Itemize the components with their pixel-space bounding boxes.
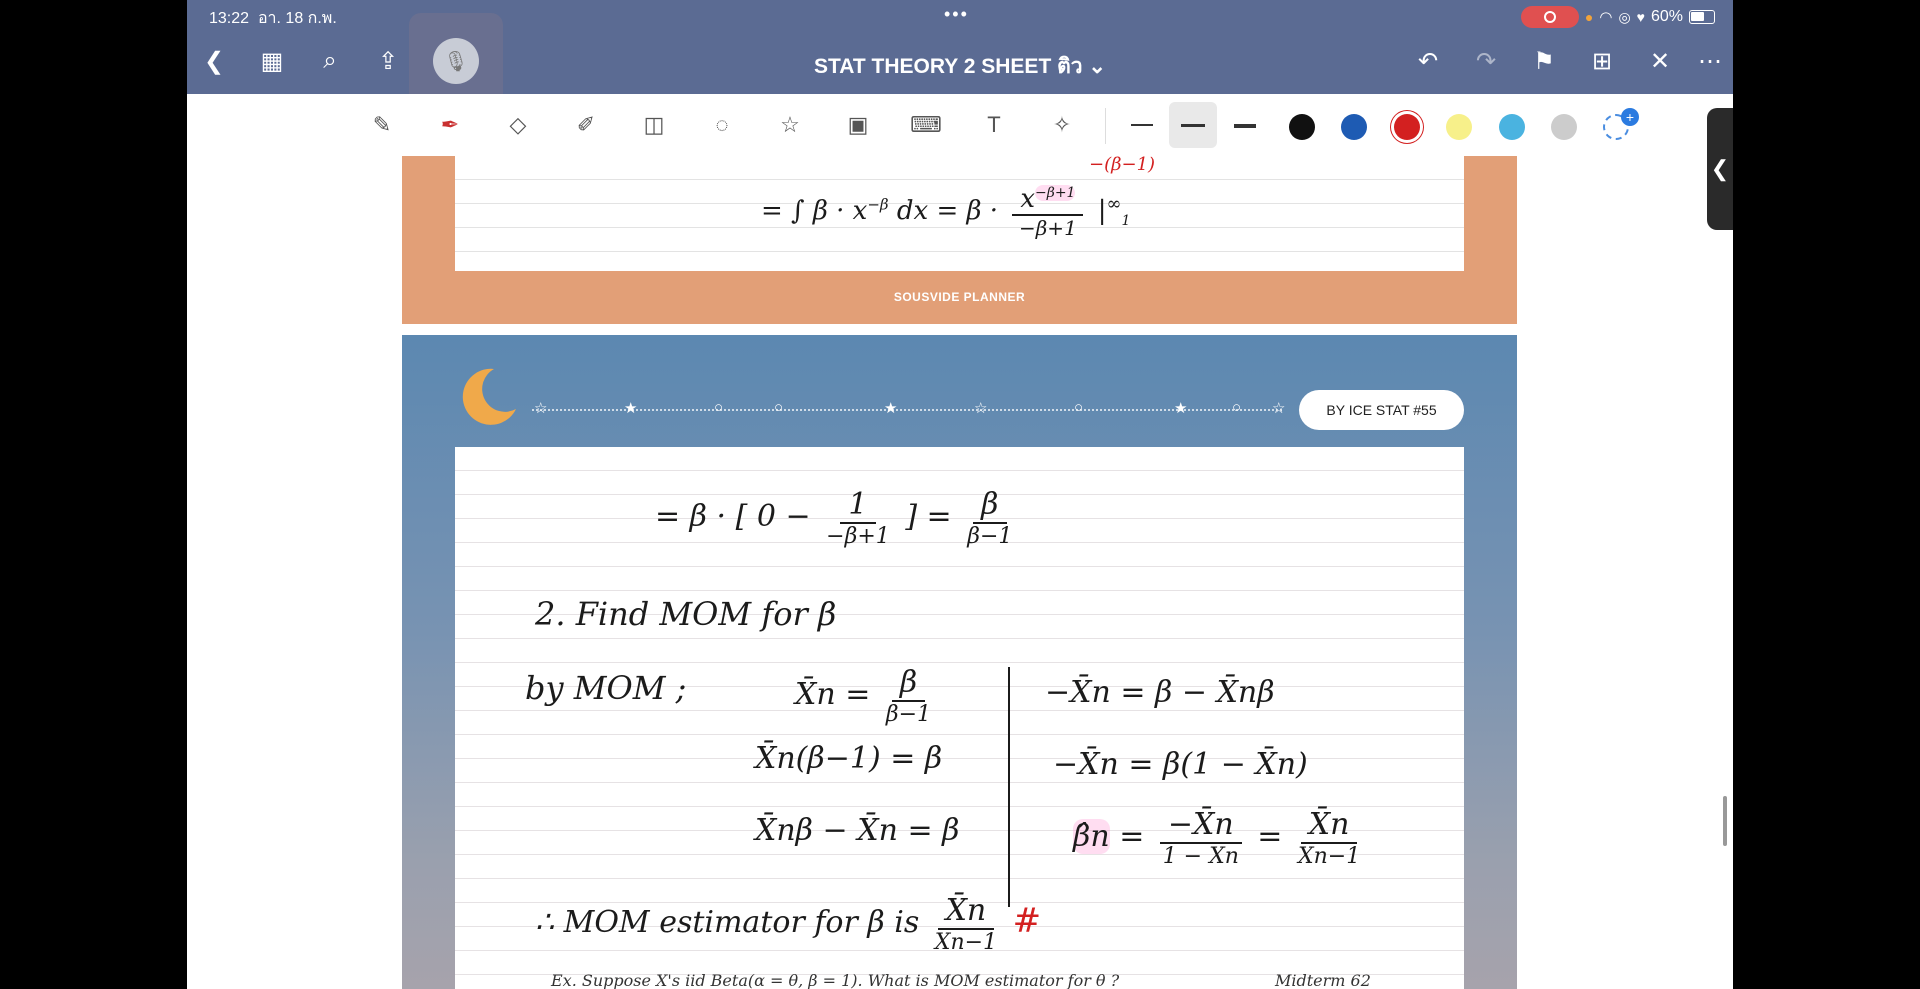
stroke-medium-option[interactable]	[1181, 124, 1205, 127]
top-bar: 13:22 อา. 18 ก.พ. ••• ● ◠ ◎ ♥ 60% 🎙 ❮ ▦ …	[187, 0, 1733, 109]
highlighter-icon[interactable]: ✐	[569, 108, 603, 142]
star-icon: ☆	[1272, 400, 1286, 417]
integral-tail: dx = β ·	[896, 196, 999, 226]
red-annotation: −(β−1)	[1089, 154, 1156, 175]
star-icon: ★	[624, 400, 638, 417]
add-color-plus-icon[interactable]: +	[1621, 108, 1639, 126]
circle-icon: ○	[714, 399, 724, 416]
image-icon[interactable]: ▣	[841, 108, 875, 142]
done-mark: #	[1012, 901, 1042, 941]
star-icon: ★	[884, 400, 898, 417]
page-ice-stat: ☆ ★ ○ ○ ★ ☆ ○ ★ ○ ☆ BY ICE STAT #55 = β …	[402, 335, 1517, 989]
screen-record-icon[interactable]	[1520, 6, 1579, 28]
conclusion-line: ∴ MOM estimator for β is X̄n X̄n−1 #	[535, 893, 1042, 955]
midterm-label: Midterm 62	[1275, 971, 1371, 989]
star-icon: ☆	[974, 400, 988, 417]
lined-paper: = β · [ 0 − 1 −β+1 ] = β β−1 2. Find MOM f…	[455, 447, 1464, 989]
right-equation-1: −X̄n = β − X̄nβ	[1045, 675, 1275, 710]
text-tool-icon[interactable]: T	[977, 108, 1011, 142]
document-canvas[interactable]: −(β−1) = ∫ β · x−β dx = β · x−β+1 −β+1 |…	[187, 154, 1733, 989]
laser-pointer-icon[interactable]: ✧	[1045, 108, 1079, 142]
stroke-thin-option[interactable]	[1131, 124, 1153, 126]
mom-equation-1: X̄n = β β−1	[795, 665, 932, 727]
circle-icon: ○	[1074, 399, 1084, 416]
page-sousvide: −(β−1) = ∫ β · x−β dx = β · x−β+1 −β+1 |…	[402, 154, 1517, 324]
author-badge: BY ICE STAT #55	[1299, 390, 1464, 430]
lock-rotation-icon: ◎	[1618, 8, 1631, 25]
integral-left: = ∫ β · x	[761, 196, 868, 226]
handwriting-zoom-icon[interactable]: ✎	[365, 108, 399, 142]
wifi-icon: ◠	[1599, 9, 1613, 26]
ipad-screen: 13:22 อา. 18 ก.พ. ••• ● ◠ ◎ ♥ 60% 🎙 ❮ ▦ …	[187, 0, 1733, 989]
color-blue-swatch[interactable]	[1341, 114, 1367, 140]
pen-tool-icon[interactable]: ✒	[433, 108, 467, 142]
toolbar-divider	[1105, 108, 1106, 144]
drawing-toolbar: ✎ ✒ ◇ ✐ ◫ ◌ ☆ ▣ ⌨ T ✧ +	[187, 94, 1733, 157]
integral-exponent: −β	[867, 195, 889, 214]
status-icons: ● ◠ ◎ ♥ 60%	[1520, 6, 1715, 28]
status-time: 13:22	[209, 10, 250, 27]
step-2-heading: 2. Find MOM for β	[535, 595, 837, 633]
mic-indicator-icon: ●	[1584, 9, 1594, 25]
side-panel-handle-icon[interactable]: ❮	[1707, 108, 1733, 230]
circle-icon: ○	[774, 399, 784, 416]
shapes-icon[interactable]: ◫	[637, 108, 671, 142]
color-red-swatch-selected[interactable]	[1394, 114, 1420, 140]
star-icon: ☆	[534, 400, 548, 417]
battery-percent: 60%	[1650, 8, 1683, 25]
divider-line	[1008, 667, 1010, 907]
document-title[interactable]: STAT THEORY 2 SHEET ติว ⌄	[187, 50, 1733, 83]
multitask-dots-icon[interactable]: •••	[944, 4, 969, 25]
color-black-swatch[interactable]	[1289, 114, 1315, 140]
by-mom-label: by MOM ;	[525, 669, 687, 707]
status-time-date: 13:22 อา. 18 ก.พ.	[209, 6, 337, 31]
right-equation-3: β̂n = −X̄n 1 − X̄n = X̄n X̄n−1	[1073, 807, 1361, 869]
color-lightblue-swatch[interactable]	[1499, 114, 1525, 140]
sticker-icon[interactable]: ☆	[773, 108, 807, 142]
planner-footer-label: SOUSVIDE PLANNER	[893, 290, 1026, 304]
next-example-text: Ex. Suppose X's iid Beta(α = θ, β = 1). …	[551, 971, 1120, 989]
integral-line: = ∫ β · x−β dx = β · x−β+1 −β+1 |∞1	[761, 184, 1131, 240]
lasso-icon[interactable]: ◌	[705, 108, 739, 142]
mom-equation-3: X̄nβ − X̄n = β	[755, 813, 960, 848]
circle-icon: ○	[1232, 399, 1242, 416]
battery-icon	[1689, 10, 1715, 24]
eraser-icon[interactable]: ◇	[501, 108, 535, 142]
moon-icon	[462, 368, 516, 425]
heart-icon: ♥	[1636, 9, 1645, 25]
stroke-thick-option[interactable]	[1234, 124, 1256, 128]
integral-fraction: x−β+1 −β+1	[1012, 184, 1084, 240]
color-yellow-swatch[interactable]	[1446, 114, 1472, 140]
star-icon: ★	[1174, 400, 1188, 417]
beta-hat: β̂n	[1073, 819, 1110, 854]
keyboard-icon[interactable]: ⌨	[909, 108, 943, 142]
star-divider	[532, 409, 1282, 413]
equation-result-line: = β · [ 0 − 1 −β+1 ] = β β−1	[655, 487, 1013, 549]
status-date: อา. 18 ก.พ.	[257, 10, 337, 27]
right-equation-2: −X̄n = β(1 − X̄n)	[1053, 747, 1308, 782]
scroll-indicator[interactable]	[1723, 796, 1727, 846]
page-paper: −(β−1) = ∫ β · x−β dx = β · x−β+1 −β+1 |…	[455, 154, 1464, 271]
color-gray-swatch[interactable]	[1551, 114, 1577, 140]
mom-equation-2: X̄n(β−1) = β	[755, 741, 943, 776]
